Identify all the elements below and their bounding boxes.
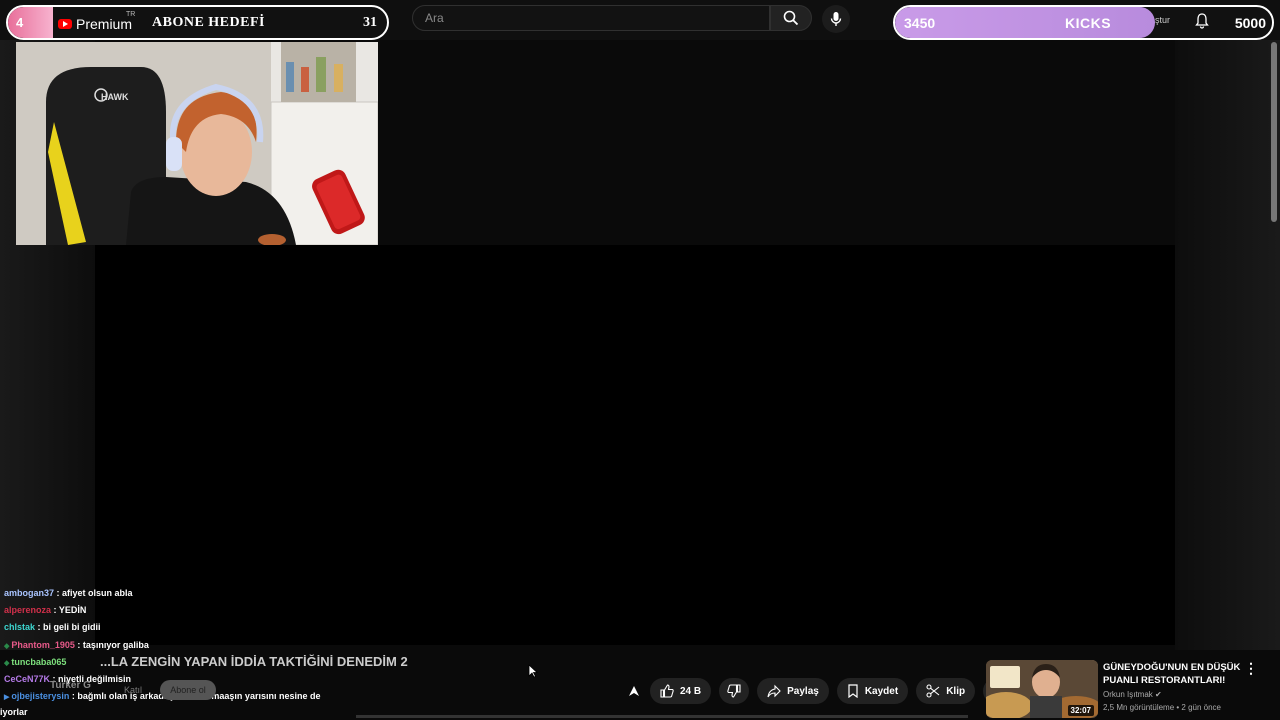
search-button[interactable] — [770, 5, 812, 31]
video-actions: 24 B Paylaş Kaydet Klip ••• — [626, 678, 1010, 704]
page-scrollbar[interactable] — [1271, 42, 1277, 222]
like-button[interactable]: 24 B — [650, 678, 712, 704]
region-code: TR — [126, 11, 136, 18]
share-button[interactable]: Paylaş — [757, 678, 829, 704]
chat-message: ◆ tuncbaba065 — [4, 657, 67, 667]
channel-name[interactable]: Turker G — [50, 680, 91, 691]
chat-message: ambogan37 : afiyet olsun abla — [4, 588, 133, 598]
video-progress-track[interactable] — [356, 715, 968, 718]
kicks-goal-target: 5000 — [1234, 15, 1266, 31]
kicks-goal-bar: 3450 KICKS ştur 5000 — [893, 5, 1274, 40]
streamer-webcam-image: HAWK — [16, 42, 378, 245]
recommended-channel[interactable]: Orkun Işıtmak ✔ — [1103, 690, 1162, 699]
recommended-thumbnail[interactable]: 32:07 — [986, 660, 1098, 718]
bell-icon — [1195, 13, 1209, 29]
mouse-cursor-icon — [528, 664, 538, 678]
chat-message: iyorlar — [0, 707, 28, 717]
thumbs-up-icon — [660, 684, 674, 698]
recommended-meta: 2,5 Mn görüntüleme • 2 gün önce — [1103, 703, 1221, 712]
subscriber-goal-fill — [8, 7, 54, 38]
share-icon — [767, 684, 781, 698]
chat-message: chlstak : bi geli bi gidii — [4, 622, 101, 632]
thumbs-down-icon — [727, 684, 741, 698]
scissors-icon — [926, 684, 940, 698]
youtube-icon — [58, 19, 72, 29]
video-right-margin — [1175, 40, 1280, 650]
webcam-overlay: HAWK — [16, 42, 378, 245]
hype-button[interactable] — [626, 683, 642, 699]
create-button-partial[interactable]: ştur — [1155, 15, 1170, 25]
microphone-icon — [830, 12, 842, 26]
video-player[interactable] — [95, 245, 1175, 645]
notifications-button[interactable] — [1195, 13, 1209, 34]
kicks-goal-label: KICKS — [1065, 15, 1112, 31]
join-button[interactable]: Katıl — [124, 685, 142, 695]
kicks-goal-current: 3450 — [904, 15, 936, 31]
chat-message: alperenoza : YEDİN — [4, 605, 87, 615]
more-vertical-icon[interactable]: ⋮ — [1244, 660, 1258, 677]
like-count: 24 B — [680, 685, 702, 697]
video-duration: 32:07 — [1067, 705, 1094, 716]
svg-text:HAWK: HAWK — [101, 92, 129, 102]
youtube-premium-logo: Premium — [58, 16, 132, 32]
hype-icon — [629, 686, 639, 696]
clip-button[interactable]: Klip — [916, 678, 976, 704]
search-box[interactable] — [412, 5, 770, 31]
recommended-video[interactable]: 32:07 GÜNEYDOĞU'NUN EN DÜŞÜK PUANLI REST… — [986, 660, 1280, 720]
search-icon — [783, 10, 799, 26]
save-button[interactable]: Kaydet — [836, 678, 909, 704]
bookmark-icon — [848, 684, 858, 698]
subscribe-button[interactable]: Abone ol — [160, 680, 216, 700]
search-input[interactable] — [413, 6, 769, 30]
video-title: ...LA ZENGİN YAPAN İDDİA TAKTİĞİNİ DENED… — [100, 654, 408, 669]
verified-icon: ✔ — [1155, 690, 1162, 699]
subscriber-goal-bar: 4 Premium TR ABONE HEDEFİ 31 — [6, 5, 389, 40]
dislike-button[interactable] — [719, 678, 750, 704]
subscriber-goal-target: 31 — [363, 15, 377, 30]
recommended-title[interactable]: GÜNEYDOĞU'NUN EN DÜŞÜK PUANLI RESTORANTL… — [1103, 661, 1253, 687]
subscriber-goal-title: ABONE HEDEFİ — [152, 15, 265, 30]
chat-message: ◆ Phantom_1905 : taşınıyor galiba — [4, 640, 149, 650]
subscriber-goal-current: 4 — [16, 15, 24, 30]
voice-search-button[interactable] — [822, 5, 850, 33]
